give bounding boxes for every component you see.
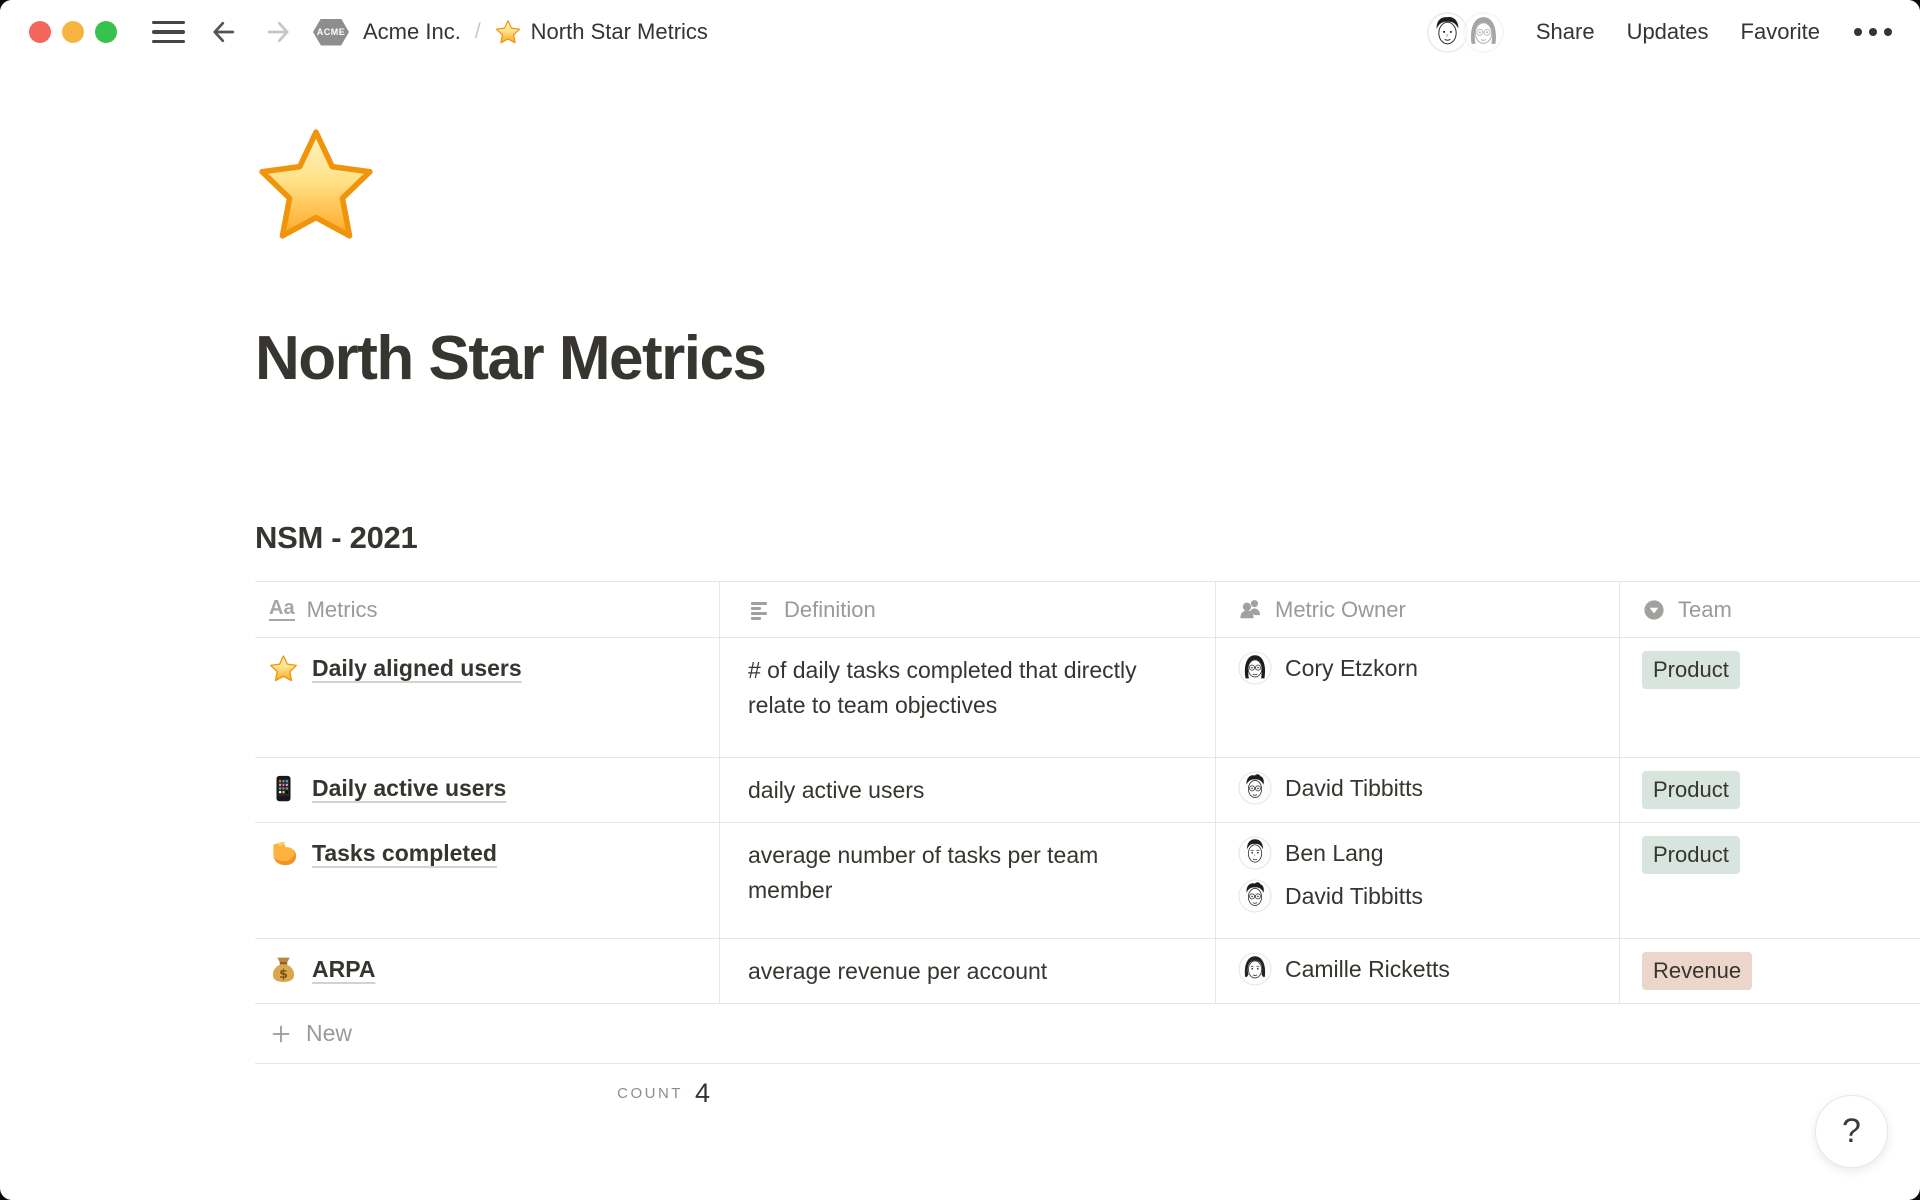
definition-cell[interactable]: # of daily tasks completed that directly… xyxy=(720,638,1216,757)
more-options-icon[interactable] xyxy=(1854,28,1892,36)
window-titlebar: ACME Acme Inc. / North Star Metrics xyxy=(0,0,1920,64)
owner-name: David Tibbitts xyxy=(1285,883,1423,910)
metric-cell: ARPA xyxy=(255,939,720,1003)
collaborator-avatars xyxy=(1425,10,1506,55)
owner: David Tibbitts xyxy=(1238,771,1605,805)
page-content: North Star Metrics NSM - 2021 Aa Metrics… xyxy=(0,64,1920,1122)
team-cell[interactable]: Product xyxy=(1620,638,1920,757)
people-property-icon xyxy=(1238,597,1263,622)
database-title[interactable]: NSM - 2021 xyxy=(255,520,1920,556)
title-property-icon: Aa xyxy=(269,598,295,621)
owner-cell[interactable]: David Tibbitts xyxy=(1216,758,1620,822)
avatar xyxy=(1238,952,1272,986)
metric-page-link[interactable]: Daily aligned users xyxy=(312,651,522,685)
count-label: COUNT xyxy=(617,1085,683,1102)
team-tag: Product xyxy=(1642,771,1740,809)
owner: Camille Ricketts xyxy=(1238,952,1605,986)
column-calculation[interactable]: COUNT 4 xyxy=(255,1064,720,1122)
money-bag-icon xyxy=(269,955,298,984)
avatar xyxy=(1238,836,1272,870)
help-button[interactable]: ? xyxy=(1815,1095,1888,1168)
text-property-icon xyxy=(748,598,772,622)
owner-name: Cory Etzkorn xyxy=(1285,655,1418,682)
table-row: Tasks completed average number of tasks … xyxy=(255,822,1920,938)
acme-logo: ACME xyxy=(313,19,349,46)
collaborator-avatar[interactable] xyxy=(1461,10,1506,55)
back-arrow-icon[interactable] xyxy=(209,17,239,47)
owner-name: Camille Ricketts xyxy=(1285,956,1450,983)
definition-cell[interactable]: average number of tasks per team member xyxy=(720,823,1216,938)
table-row: ARPA average revenue per account xyxy=(255,938,1920,1003)
metric-cell: Daily aligned users xyxy=(255,638,720,757)
team-cell[interactable]: Product xyxy=(1620,758,1920,822)
definition-cell[interactable]: daily active users xyxy=(720,758,1216,822)
plus-icon xyxy=(269,1022,293,1046)
owner: Ben Lang xyxy=(1238,836,1605,870)
breadcrumb-separator: / xyxy=(475,20,481,44)
column-header-team[interactable]: Team xyxy=(1620,582,1920,637)
mobile-phone-icon xyxy=(269,774,298,803)
owner: David Tibbitts xyxy=(1238,879,1605,913)
zoom-window-button[interactable] xyxy=(95,21,117,43)
page-star-icon xyxy=(495,19,521,45)
avatar xyxy=(1238,771,1272,805)
table-row: Daily aligned users # of daily tasks com… xyxy=(255,637,1920,757)
column-header-metric-owner[interactable]: Metric Owner xyxy=(1216,582,1620,637)
topbar-actions: Share Updates Favorite xyxy=(1425,10,1892,55)
breadcrumb: ACME Acme Inc. / North Star Metrics xyxy=(313,19,708,46)
column-header-definition[interactable]: Definition xyxy=(720,582,1216,637)
table-row: Daily active users daily active users xyxy=(255,757,1920,822)
breadcrumb-workspace[interactable]: Acme Inc. xyxy=(363,19,461,45)
share-button[interactable]: Share xyxy=(1536,19,1595,45)
page-icon-star[interactable] xyxy=(255,124,377,246)
metric-page-link[interactable]: Tasks completed xyxy=(312,836,497,870)
minimize-window-button[interactable] xyxy=(62,21,84,43)
metric-page-link[interactable]: Daily active users xyxy=(312,771,506,805)
page-title[interactable]: North Star Metrics xyxy=(255,323,1920,394)
team-cell[interactable]: Product xyxy=(1620,823,1920,938)
metrics-table: Aa Metrics Definition xyxy=(255,581,1920,1122)
metric-cell: Daily active users xyxy=(255,758,720,822)
select-property-icon xyxy=(1642,598,1666,622)
definition-cell[interactable]: average revenue per account xyxy=(720,939,1216,1003)
owner-cell[interactable]: Cory Etzkorn xyxy=(1216,638,1620,757)
team-tag: Product xyxy=(1642,651,1740,689)
updates-button[interactable]: Updates xyxy=(1627,19,1709,45)
count-value: 4 xyxy=(695,1078,710,1109)
team-tag: Revenue xyxy=(1642,952,1752,990)
star-icon xyxy=(269,654,298,683)
forward-arrow-icon[interactable] xyxy=(263,17,293,47)
favorite-button[interactable]: Favorite xyxy=(1741,19,1820,45)
breadcrumb-page[interactable]: North Star Metrics xyxy=(531,19,708,45)
team-cell[interactable]: Revenue xyxy=(1620,939,1920,1003)
traffic-lights xyxy=(29,21,117,43)
metric-page-link[interactable]: ARPA xyxy=(312,952,375,986)
sidebar-menu-icon[interactable] xyxy=(152,21,185,43)
team-tag: Product xyxy=(1642,836,1740,874)
close-window-button[interactable] xyxy=(29,21,51,43)
avatar xyxy=(1238,879,1272,913)
owner-cell[interactable]: Camille Ricketts xyxy=(1216,939,1620,1003)
metric-cell: Tasks completed xyxy=(255,823,720,938)
table-header-row: Aa Metrics Definition xyxy=(255,581,1920,637)
flexed-biceps-icon xyxy=(269,839,298,868)
owner-name: Ben Lang xyxy=(1285,840,1383,867)
owner: Cory Etzkorn xyxy=(1238,651,1605,685)
app-window: ACME Acme Inc. / North Star Metrics xyxy=(0,0,1920,1200)
avatar xyxy=(1238,651,1272,685)
owner-cell[interactable]: Ben Lang David Tibbi xyxy=(1216,823,1620,938)
owner-name: David Tibbitts xyxy=(1285,775,1423,802)
column-header-metrics[interactable]: Aa Metrics xyxy=(255,582,720,637)
add-new-row-button[interactable]: New xyxy=(255,1003,1920,1064)
